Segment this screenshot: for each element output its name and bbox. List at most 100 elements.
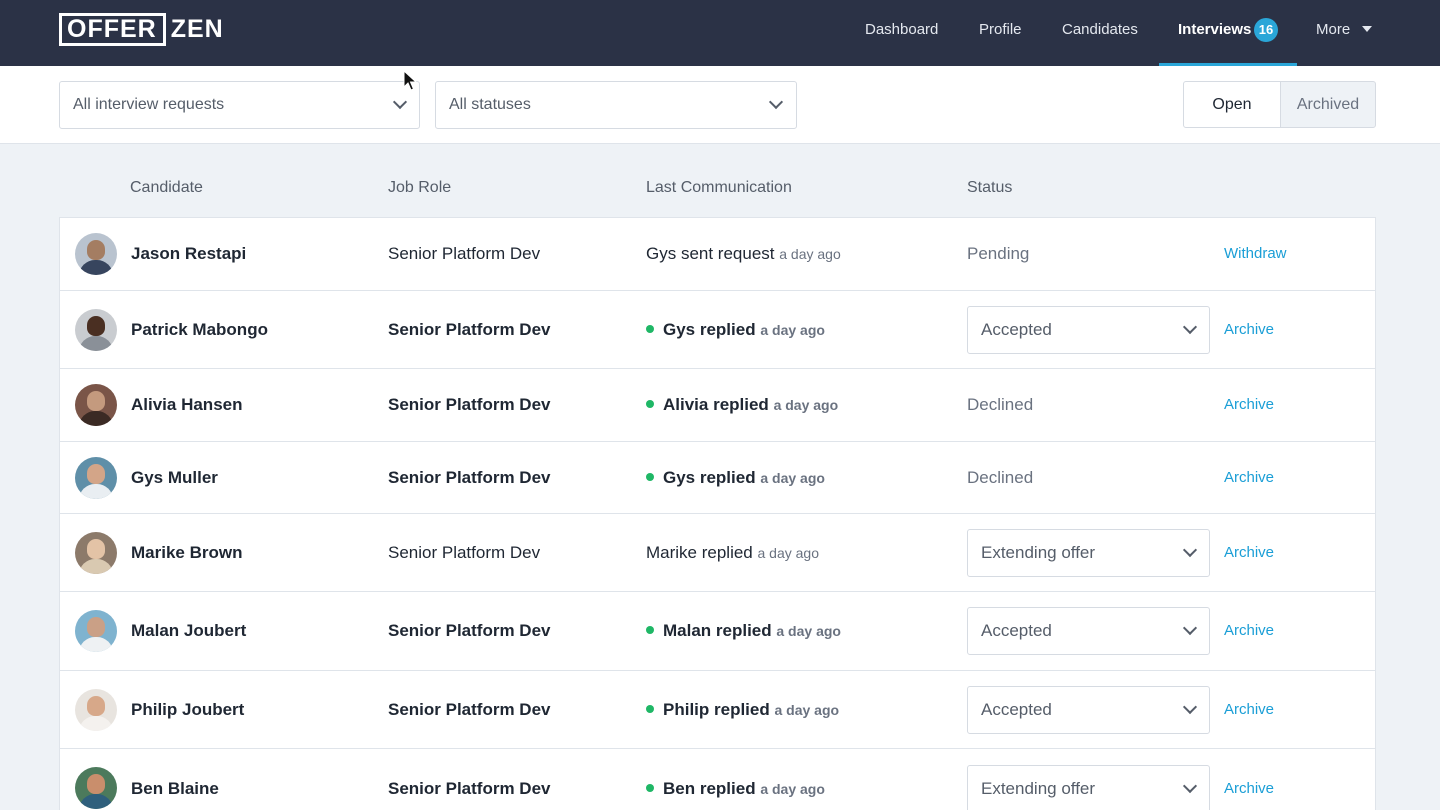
status-value: Accepted (981, 320, 1052, 339)
avatar (75, 767, 117, 809)
communication-text: Marike replied (646, 543, 753, 562)
job-role: Senior Platform Dev (388, 543, 541, 562)
status-text: Pending (967, 244, 1030, 263)
status-select[interactable]: Accepted (967, 686, 1210, 734)
table-row[interactable]: Gys Muller Senior Platform Dev Gys repli… (60, 442, 1375, 514)
status-select[interactable]: Accepted (967, 306, 1210, 354)
candidate-name[interactable]: Jason Restapi (131, 244, 246, 264)
archive-link[interactable]: Archive (1224, 468, 1274, 488)
chevron-down-icon (1182, 699, 1198, 715)
archive-link[interactable]: Archive (1224, 543, 1274, 563)
column-header-job-role[interactable]: Job Role (388, 178, 451, 198)
archived-toggle-button[interactable]: Archived (1280, 81, 1376, 128)
unread-dot-icon (646, 704, 654, 713)
last-communication: Marike replied a day ago (646, 543, 819, 563)
candidate-name[interactable]: Ben Blaine (131, 779, 219, 799)
archive-link[interactable]: Archive (1224, 395, 1274, 415)
logo-rest-text: ZEN (170, 15, 224, 43)
candidate-name[interactable]: Patrick Mabongo (131, 320, 268, 340)
communication-text: Alivia replied (663, 395, 769, 414)
chevron-down-icon (1182, 620, 1198, 636)
avatar (75, 532, 117, 574)
archive-link[interactable]: Archive (1224, 779, 1274, 799)
candidate-name[interactable]: Marike Brown (131, 543, 242, 563)
statuses-value: All statuses (449, 96, 531, 113)
avatar (75, 689, 117, 731)
unread-dot-icon (646, 399, 654, 408)
nav-more[interactable]: More (1316, 0, 1350, 66)
nav-interviews[interactable]: Interviews (1178, 0, 1251, 66)
job-role: Senior Platform Dev (388, 244, 541, 263)
status-text: Declined (967, 395, 1034, 414)
offerzen-logo[interactable]: OFFER ZEN (59, 13, 224, 46)
communication-time: a day ago (779, 246, 841, 262)
archive-link[interactable]: Archive (1224, 320, 1274, 340)
candidate-name[interactable]: Alivia Hansen (131, 395, 243, 415)
status-value: Accepted (981, 700, 1052, 719)
table-row[interactable]: Alivia Hansen Senior Platform Dev Alivia… (60, 369, 1375, 442)
communication-time: a day ago (760, 781, 825, 797)
archive-link[interactable]: Archive (1224, 621, 1274, 641)
column-header-last-communication[interactable]: Last Communication (646, 178, 792, 198)
communication-text: Gys replied (663, 320, 756, 339)
table-row[interactable]: Marike Brown Senior Platform Dev Marike … (60, 514, 1375, 592)
caret-down-icon[interactable] (1362, 26, 1372, 32)
status-select[interactable]: Accepted (967, 607, 1210, 655)
communication-text: Malan replied (663, 621, 772, 640)
unread-dot-icon (646, 783, 654, 792)
table-row[interactable]: Philip Joubert Senior Platform Dev Phili… (60, 671, 1375, 749)
communication-time: a day ago (773, 397, 839, 413)
chevron-down-icon (1182, 778, 1198, 794)
avatar (75, 233, 117, 275)
job-role: Senior Platform Dev (388, 395, 551, 414)
communication-time: a day ago (774, 702, 840, 718)
withdraw-link[interactable]: Withdraw (1224, 244, 1287, 264)
communication-text: Ben replied (663, 779, 756, 798)
last-communication: Alivia replied a day ago (646, 395, 838, 415)
interviews-count-badge: 16 (1254, 18, 1278, 42)
column-header-candidate[interactable]: Candidate (130, 178, 203, 198)
status-text: Declined (967, 468, 1034, 487)
top-navbar: OFFER ZEN Dashboard Profile Candidates I… (0, 0, 1440, 66)
table-row[interactable]: Malan Joubert Senior Platform Dev Malan … (60, 592, 1375, 671)
statuses-select[interactable]: All statuses (435, 81, 797, 129)
chevron-down-icon (768, 94, 784, 110)
table-row[interactable]: Jason Restapi Senior Platform Dev Gys se… (60, 218, 1375, 291)
nav-profile[interactable]: Profile (979, 0, 1022, 66)
communication-time: a day ago (776, 623, 841, 639)
table-row[interactable]: Ben Blaine Senior Platform Dev Ben repli… (60, 749, 1375, 810)
job-role: Senior Platform Dev (388, 468, 551, 487)
job-role: Senior Platform Dev (388, 320, 551, 339)
status-select[interactable]: Extending offer (967, 529, 1210, 577)
interviews-table: Jason Restapi Senior Platform Dev Gys se… (59, 217, 1376, 810)
nav-candidates[interactable]: Candidates (1062, 0, 1138, 66)
chevron-down-icon (1182, 319, 1198, 335)
last-communication: Gys replied a day ago (646, 468, 825, 488)
status-value: Extending offer (981, 779, 1096, 798)
communication-time: a day ago (757, 545, 820, 561)
candidate-name[interactable]: Philip Joubert (131, 700, 244, 720)
table-row[interactable]: Patrick Mabongo Senior Platform Dev Gys … (60, 291, 1375, 369)
archive-link[interactable]: Archive (1224, 700, 1274, 720)
communication-text: Gys replied (663, 468, 756, 487)
avatar (75, 309, 117, 351)
last-communication: Gys replied a day ago (646, 320, 825, 340)
interview-requests-select[interactable]: All interview requests (59, 81, 420, 129)
last-communication: Gys sent request a day ago (646, 244, 841, 264)
column-header-status[interactable]: Status (967, 178, 1012, 198)
unread-dot-icon (646, 324, 654, 333)
communication-text: Philip replied (663, 700, 770, 719)
communication-time: a day ago (760, 470, 825, 486)
candidate-name[interactable]: Malan Joubert (131, 621, 246, 641)
open-toggle-button[interactable]: Open (1183, 81, 1281, 128)
candidate-name[interactable]: Gys Muller (131, 468, 218, 488)
status-value: Extending offer (981, 543, 1096, 562)
status-select[interactable]: Extending offer (967, 765, 1210, 810)
avatar (75, 384, 117, 426)
unread-dot-icon (646, 625, 654, 634)
chevron-down-icon (392, 94, 408, 110)
job-role: Senior Platform Dev (388, 700, 551, 719)
nav-dashboard[interactable]: Dashboard (865, 0, 938, 66)
job-role: Senior Platform Dev (388, 779, 551, 798)
chevron-down-icon (1182, 542, 1198, 558)
